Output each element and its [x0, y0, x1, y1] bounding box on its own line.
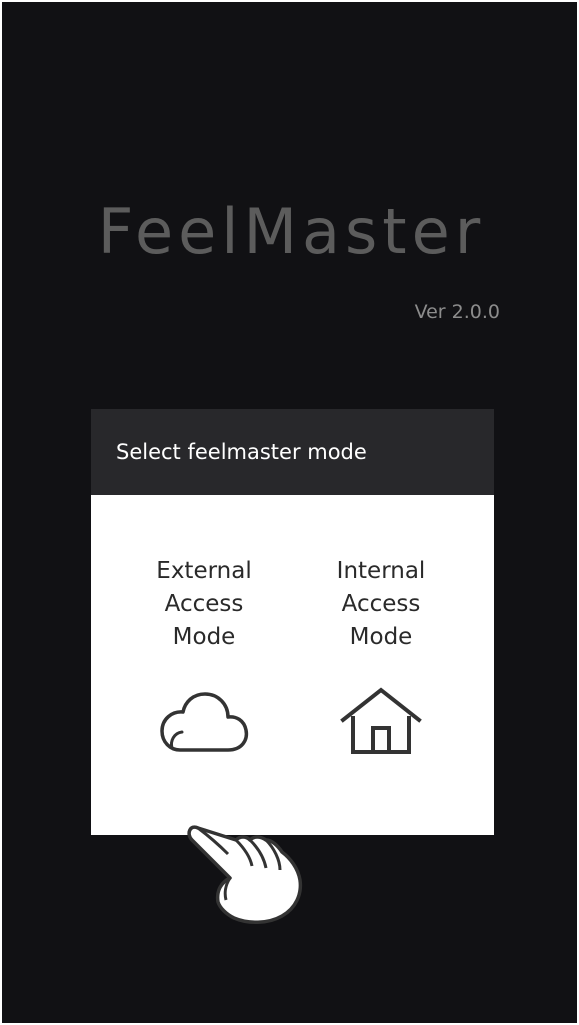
- dialog-title: Select feelmaster mode: [91, 409, 494, 495]
- app-screen: FeelMaster Ver 2.0.0 Select feelmaster m…: [2, 2, 577, 1023]
- external-label-line-2: Access: [164, 591, 244, 617]
- external-label-line-3: Mode: [172, 624, 236, 650]
- internal-access-mode-label: Internal Access Mode: [296, 555, 466, 654]
- external-access-mode-button[interactable]: External Access Mode: [119, 555, 289, 756]
- mode-options: External Access Mode Internal Access Mod…: [91, 495, 494, 924]
- tap-hand-icon: [187, 825, 303, 924]
- mode-select-dialog: Select feelmaster mode External Access M…: [91, 409, 494, 924]
- house-icon: [340, 687, 422, 754]
- internal-label-line-1: Internal: [336, 558, 426, 584]
- app-logo: FeelMaster: [97, 195, 486, 268]
- version-label: Ver 2.0.0: [414, 301, 500, 323]
- internal-label-line-3: Mode: [349, 624, 413, 650]
- internal-label-line-2: Access: [341, 591, 421, 617]
- cloud-icon: [160, 692, 249, 752]
- external-access-mode-label: External Access Mode: [119, 555, 289, 654]
- internal-access-mode-button[interactable]: Internal Access Mode: [296, 555, 466, 756]
- external-label-line-1: External: [156, 558, 252, 584]
